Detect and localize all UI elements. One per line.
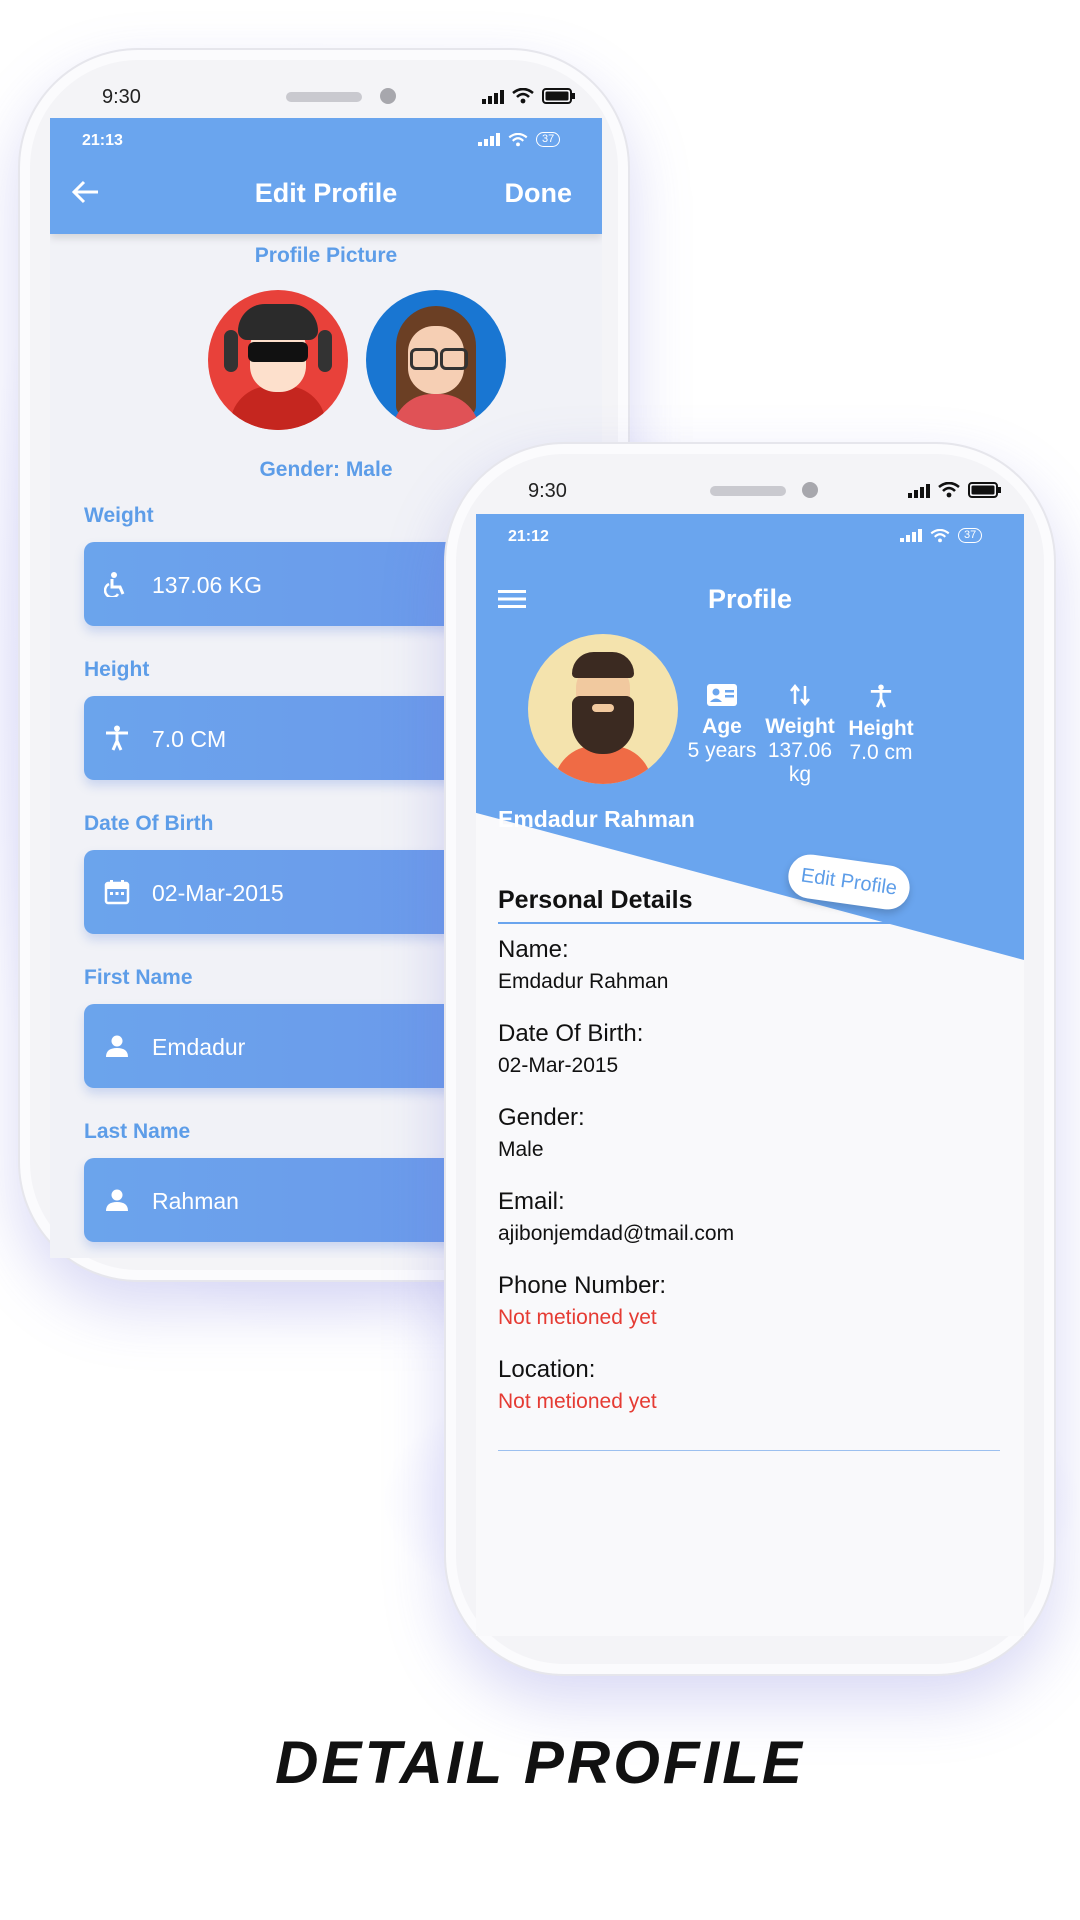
wifi-icon — [938, 482, 960, 498]
stat-age-value: 5 years — [687, 739, 757, 762]
height-value: 7.0 CM — [152, 726, 227, 752]
bottom-divider — [498, 1450, 1000, 1451]
user-avatar — [528, 634, 678, 784]
stat-height-value: 7.0 cm — [849, 741, 913, 764]
section-divider — [498, 922, 1000, 924]
id-card-icon — [707, 684, 737, 706]
stat-height-label: Height — [848, 717, 914, 740]
status-time: 21:13 — [82, 132, 123, 149]
person-standing-icon — [870, 684, 892, 708]
detail-label-name: Name: — [498, 936, 569, 963]
status-icons: 37 — [900, 528, 983, 543]
battery-indicator: 37 — [536, 132, 561, 147]
wifi-icon — [930, 528, 950, 542]
detail-label-email: Email: — [498, 1188, 565, 1215]
wifi-icon — [512, 88, 534, 104]
right-phone: 9:30 21:12 37 Profile Emdadur Rahman Age… — [444, 442, 1056, 1676]
camera — [802, 482, 818, 498]
edit-profile-appbar: 21:13 37 Edit Profile Done — [50, 118, 602, 234]
female-avatar-option[interactable] — [366, 290, 506, 430]
calendar-icon — [104, 880, 130, 905]
device-time: 9:30 — [528, 480, 567, 502]
detail-value-gender: Male — [498, 1138, 544, 1161]
signal-icon — [908, 484, 930, 498]
dob-value: 02-Mar-2015 — [152, 880, 284, 906]
person-icon — [106, 1035, 128, 1057]
person-icon — [106, 1189, 128, 1211]
signal-icon — [478, 133, 500, 146]
camera — [380, 88, 396, 104]
caption: DETAIL PROFILE — [275, 1729, 805, 1796]
height-label: Height — [84, 658, 150, 681]
battery-icon — [968, 482, 1001, 498]
status-time: 21:12 — [508, 528, 549, 545]
section-title: Personal Details — [498, 886, 693, 914]
stat-weight: Weight 137.06 kg — [756, 683, 844, 787]
dob-label: Date Of Birth — [84, 812, 214, 835]
last-name-value: Rahman — [152, 1188, 239, 1214]
battery-indicator: 37 — [958, 528, 983, 543]
detail-value-dob: 02-Mar-2015 — [498, 1054, 619, 1077]
speaker — [286, 92, 362, 102]
detail-label-location: Location: — [498, 1356, 596, 1383]
signal-icon — [482, 90, 504, 104]
detail-value-email: ajibonjemdad@tmail.com — [498, 1222, 735, 1245]
detail-label-phone: Phone Number: — [498, 1272, 667, 1299]
device-status-icons — [482, 88, 576, 104]
status-icons: 37 — [478, 132, 561, 147]
speaker — [710, 486, 786, 496]
detail-value-name: Emdadur Rahman — [498, 970, 669, 993]
user-name: Emdadur Rahman — [498, 806, 695, 832]
wifi-icon — [508, 132, 528, 146]
first-name-label: First Name — [84, 966, 193, 989]
battery-icon — [542, 88, 575, 104]
detail-value-phone: Not metioned yet — [498, 1306, 657, 1329]
accessibility-icon — [104, 572, 125, 597]
edit-profile-label: Edit Profile — [799, 863, 899, 900]
stat-weight-value: 137.06 kg — [767, 739, 833, 786]
stat-age: Age 5 years — [682, 684, 762, 763]
male-avatar-option[interactable] — [208, 290, 348, 430]
profile-screen: 21:12 37 Profile Emdadur Rahman Age 5 ye… — [476, 514, 1024, 1636]
done-button[interactable]: Done — [505, 178, 573, 209]
stat-weight-label: Weight — [765, 715, 835, 738]
weight-label: Weight — [84, 504, 154, 527]
detail-value-location: Not metioned yet — [498, 1390, 657, 1413]
stat-age-label: Age — [702, 715, 742, 738]
swap-vertical-icon — [790, 683, 810, 707]
first-name-value: Emdadur — [152, 1034, 246, 1060]
appbar-title: Profile — [707, 584, 793, 614]
device-time: 9:30 — [102, 86, 141, 108]
detail-label-dob: Date Of Birth: — [498, 1020, 644, 1047]
weight-value: 137.06 KG — [152, 572, 262, 598]
last-name-label: Last Name — [84, 1120, 191, 1143]
signal-icon — [900, 529, 922, 542]
person-standing-icon — [106, 725, 128, 751]
profile-picture-label: Profile Picture — [254, 244, 398, 267]
detail-label-gender: Gender: — [498, 1104, 585, 1131]
stat-height: Height 7.0 cm — [846, 684, 916, 765]
device-status-icons — [908, 482, 1002, 498]
